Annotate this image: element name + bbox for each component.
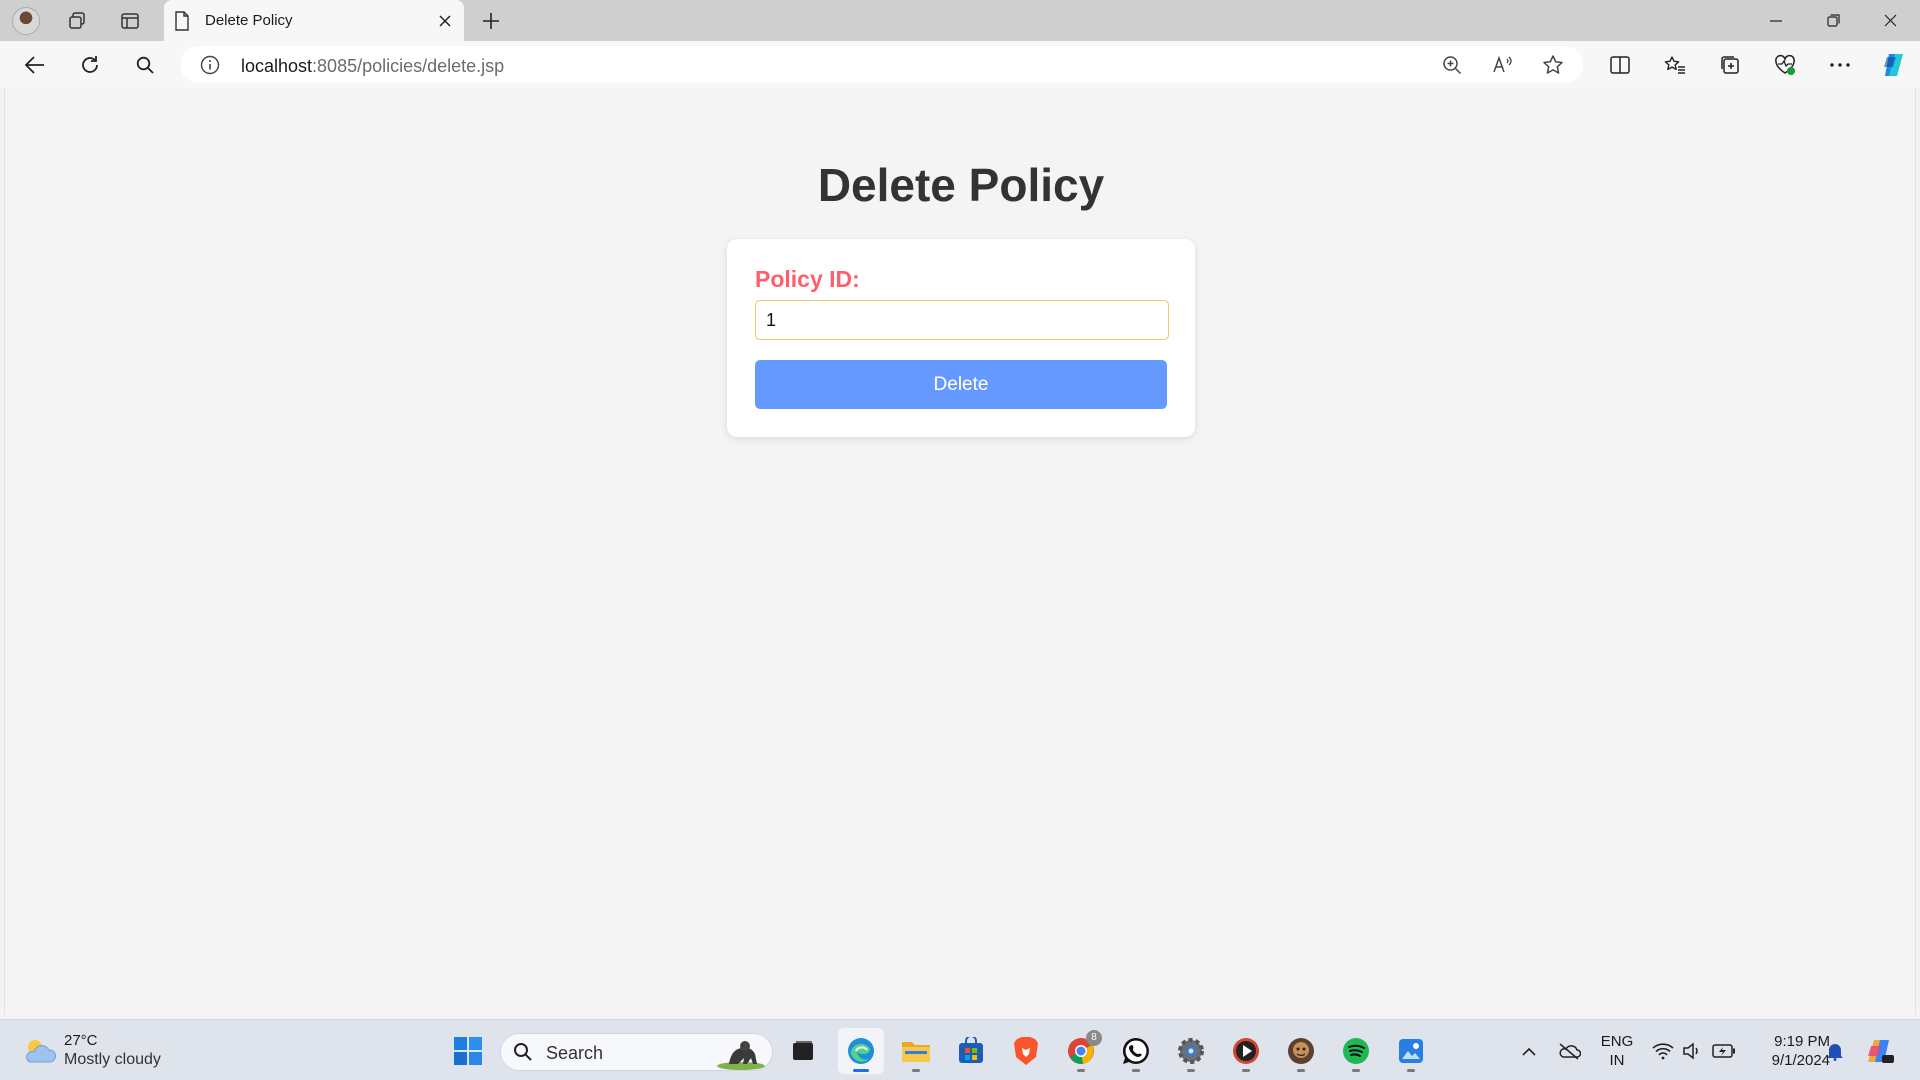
edge-app[interactable] [838, 1028, 884, 1074]
running-indicator [1407, 1069, 1415, 1072]
brave-icon [1014, 1037, 1038, 1065]
page-viewport: Delete Policy Policy ID: Delete [4, 88, 1916, 1015]
start-button[interactable] [445, 1028, 491, 1074]
store-app[interactable] [948, 1028, 994, 1074]
partly-cloudy-icon [22, 1036, 56, 1066]
browser-toolbar: localhost:8085/policies/delete.jsp [0, 41, 1920, 88]
back-icon[interactable] [17, 47, 53, 83]
new-tab-icon[interactable] [474, 4, 508, 38]
policy-id-label: Policy ID: [755, 266, 860, 292]
tab-close-icon[interactable] [432, 8, 458, 34]
store-icon [959, 1037, 983, 1063]
weather-widget[interactable]: 27°C Mostly cloudy [22, 1032, 172, 1072]
running-indicator [1077, 1069, 1085, 1072]
minimize-icon[interactable] [1748, 0, 1804, 41]
whatsapp-icon [1122, 1037, 1149, 1064]
vertical-tabs-icon[interactable] [113, 4, 147, 38]
whatsapp-app[interactable] [1113, 1028, 1159, 1074]
search-icon[interactable] [127, 47, 163, 83]
browser-tab-strip: Delete Policy [0, 0, 1920, 41]
game-app[interactable] [1278, 1028, 1324, 1074]
zoom-icon[interactable] [1437, 50, 1467, 80]
running-indicator [912, 1069, 920, 1072]
notification-bell-icon[interactable] [1822, 1028, 1848, 1074]
file-explorer-icon [902, 1042, 930, 1062]
browser-essentials-icon[interactable] [1767, 47, 1803, 83]
copilot-taskbar-icon[interactable] [1862, 1028, 1898, 1074]
task-view-icon [793, 1041, 813, 1060]
volume-icon[interactable] [1679, 1028, 1705, 1074]
weather-condition: Mostly cloudy [64, 1051, 161, 1068]
running-indicator [1132, 1069, 1140, 1072]
onedrive-icon[interactable] [1553, 1028, 1585, 1074]
settings-app[interactable] [1168, 1028, 1214, 1074]
address-bar[interactable]: localhost:8085/policies/delete.jsp [180, 46, 1583, 83]
spotify-app[interactable] [1333, 1028, 1379, 1074]
running-indicator [1242, 1069, 1250, 1072]
copilot-icon[interactable] [1876, 47, 1912, 83]
url-text: localhost:8085/policies/delete.jsp [241, 56, 504, 77]
taskbar-search[interactable]: Search [500, 1033, 773, 1071]
task-view-button[interactable] [780, 1028, 826, 1074]
running-indicator [1297, 1069, 1305, 1072]
running-indicator [1187, 1069, 1195, 1072]
settings-icon [1178, 1038, 1204, 1064]
show-hidden-icons-chevron-icon[interactable] [1514, 1028, 1544, 1074]
chrome-app[interactable]: 8 [1058, 1028, 1104, 1074]
file-explorer-app[interactable] [893, 1028, 939, 1074]
running-indicator [1352, 1069, 1360, 1072]
policy-id-input[interactable] [755, 300, 1169, 340]
search-icon [513, 1042, 533, 1062]
lang-region: IN [1609, 1052, 1625, 1069]
tab-title: Delete Policy [205, 12, 293, 29]
brave-app[interactable] [1003, 1028, 1049, 1074]
photos-icon [1399, 1039, 1423, 1063]
start-icon [454, 1037, 482, 1065]
edge-icon [848, 1038, 874, 1064]
input-language[interactable]: ENG IN [1592, 1032, 1642, 1070]
wifi-icon[interactable] [1650, 1028, 1676, 1074]
collections-icon[interactable] [1712, 47, 1748, 83]
game-icon [1288, 1038, 1314, 1064]
chrome-profile-badge: 8 [1086, 1030, 1102, 1046]
tab-delete-policy[interactable]: Delete Policy [164, 0, 464, 41]
favorite-star-icon[interactable] [1538, 50, 1568, 80]
photos-app[interactable] [1388, 1028, 1434, 1074]
site-info-icon[interactable] [200, 55, 220, 75]
more-options-icon[interactable] [1822, 47, 1858, 83]
system-clock[interactable]: 9:19 PM 9/1/2024 [1740, 1032, 1830, 1070]
reload-icon[interactable] [72, 47, 108, 83]
delete-button[interactable]: Delete [755, 360, 1167, 409]
delete-policy-form: Policy ID: Delete [727, 239, 1195, 437]
profile-avatar[interactable] [9, 4, 43, 38]
media-player-app[interactable] [1223, 1028, 1269, 1074]
restore-icon[interactable] [1805, 0, 1861, 41]
windows-taskbar: 27°C Mostly cloudy Search 8 ENG IN 9:19 … [0, 1019, 1920, 1080]
page-title: Delete Policy [817, 159, 1105, 211]
search-highlight-icon [715, 1036, 767, 1070]
url-host: localhost [241, 56, 313, 76]
lang-code: ENG [1600, 1033, 1634, 1050]
active-indicator [853, 1069, 869, 1072]
favorites-icon[interactable] [1657, 47, 1693, 83]
window-close-icon[interactable] [1862, 0, 1918, 41]
media-player-icon [1233, 1038, 1259, 1064]
weather-temp: 27°C [64, 1032, 98, 1049]
read-aloud-icon[interactable] [1488, 50, 1518, 80]
spotify-icon [1343, 1038, 1369, 1064]
battery-icon[interactable] [1710, 1028, 1738, 1074]
avatar-icon [12, 7, 40, 35]
split-screen-icon[interactable] [1602, 47, 1638, 83]
workspaces-icon[interactable] [60, 4, 94, 38]
page-icon [174, 11, 190, 31]
clock-time: 9:19 PM [1774, 1033, 1830, 1050]
clock-date: 9/1/2024 [1771, 1052, 1830, 1069]
url-path: :8085/policies/delete.jsp [312, 56, 505, 76]
search-label: Search [546, 1043, 604, 1063]
